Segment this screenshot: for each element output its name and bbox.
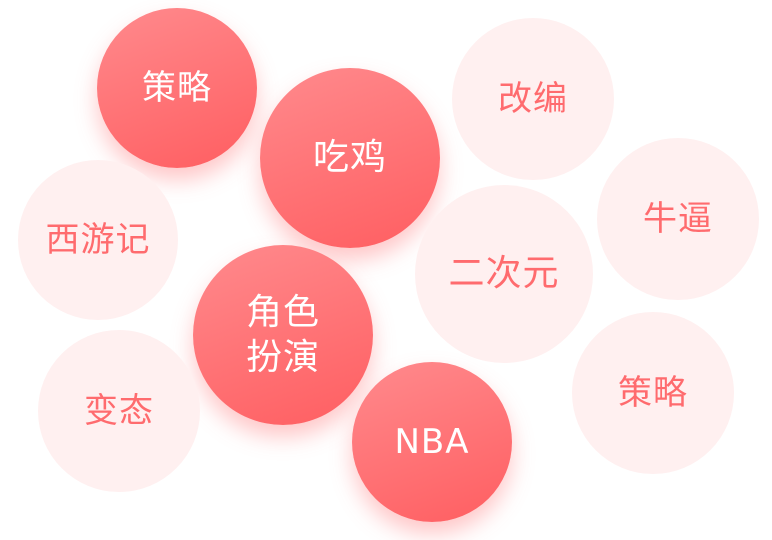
tag-label: 西游记	[45, 219, 151, 260]
tag-bubble-strategy-2[interactable]: 策略	[572, 312, 734, 474]
tag-label: 角色 扮演	[245, 292, 320, 378]
tag-label: 二次元	[448, 253, 560, 295]
tag-bubble-role-playing[interactable]: 角色 扮演	[193, 245, 373, 425]
tag-bubble-anime[interactable]: 二次元	[415, 185, 593, 363]
tag-bubble-awesome[interactable]: 牛逼	[597, 138, 759, 300]
tag-label: 改编	[498, 78, 568, 119]
tag-bubble-journey-to-the-west[interactable]: 西游记	[18, 160, 178, 320]
tag-bubble-chicken-dinner[interactable]: 吃鸡	[260, 68, 440, 248]
tag-bubble-cloud: 策略 吃鸡 改编 西游记 牛逼 二次元 角色 扮演 变态 策略 NBA	[0, 0, 772, 540]
tag-label: NBA	[394, 421, 470, 462]
tag-bubble-modded[interactable]: 变态	[38, 330, 200, 492]
tag-bubble-nba[interactable]: NBA	[352, 362, 512, 522]
tag-label: 策略	[142, 67, 212, 108]
tag-label: 吃鸡	[312, 137, 387, 179]
tag-bubble-strategy[interactable]: 策略	[97, 8, 257, 168]
tag-label: 变态	[84, 390, 154, 431]
tag-label: 策略	[618, 372, 688, 413]
tag-label: 牛逼	[643, 198, 713, 239]
tag-bubble-adaptation[interactable]: 改编	[452, 18, 614, 180]
